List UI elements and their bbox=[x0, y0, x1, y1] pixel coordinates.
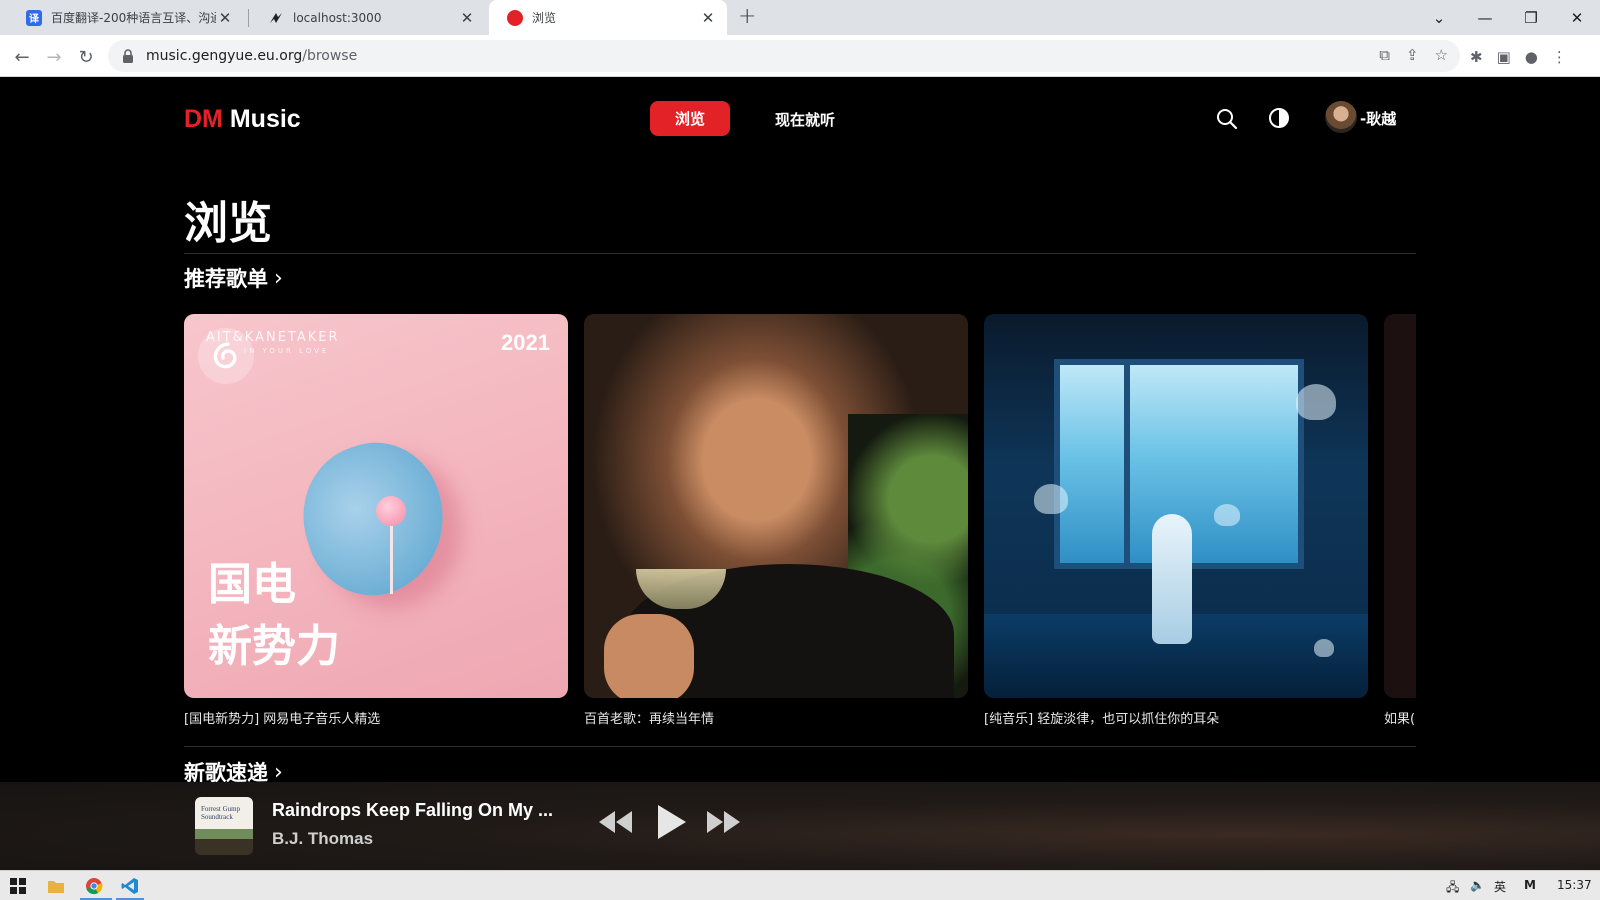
nav-browse-button[interactable]: 浏览 bbox=[650, 101, 730, 136]
cover-lollipop bbox=[376, 496, 406, 526]
more-menu-icon[interactable]: ⋮ bbox=[1552, 48, 1567, 66]
tab-title: localhost:3000 bbox=[293, 10, 382, 25]
bookmark-star-icon[interactable]: ☆ bbox=[1435, 46, 1448, 64]
cover-jellyfish bbox=[1314, 639, 1334, 657]
avatar[interactable] bbox=[1325, 101, 1357, 133]
track-title[interactable]: Raindrops Keep Falling On My ... bbox=[272, 800, 553, 821]
logo-music: Music bbox=[229, 105, 301, 133]
now-playing-cover[interactable]: Forrest Gump Soundtrack bbox=[195, 797, 253, 855]
url-host: music.gengyue.eu.org bbox=[146, 48, 303, 64]
search-icon[interactable] bbox=[1215, 107, 1239, 131]
playlist-caption[interactable]: [国电新势力] 网易电子音乐人精选 bbox=[184, 708, 568, 727]
address-bar[interactable]: music.gengyue.eu.org/browse ⧉ ⇪ ☆ bbox=[108, 40, 1460, 72]
forward-icon[interactable]: → bbox=[40, 43, 68, 71]
playlist-caption[interactable]: 百首老歌：再续当年情 bbox=[584, 708, 968, 727]
tab-separator bbox=[248, 9, 249, 27]
music-app: DM Music 浏览 现在就听 -耿越 浏览 推荐歌单 › AIT&KANET… bbox=[0, 77, 1600, 870]
cover-window-frame bbox=[1124, 359, 1130, 569]
back-icon[interactable]: ← bbox=[8, 43, 36, 71]
cover-title-line: 国电 bbox=[208, 559, 296, 610]
cover-jellyfish bbox=[1034, 484, 1068, 514]
side-panel-icon[interactable]: ▣ bbox=[1497, 48, 1511, 66]
profile-icon[interactable]: ● bbox=[1525, 48, 1538, 66]
nav-listen-now-link[interactable]: 现在就听 bbox=[775, 109, 835, 130]
chevron-right-icon: › bbox=[274, 759, 283, 785]
close-tab-icon[interactable]: ✕ bbox=[216, 9, 234, 27]
cover-art-text: Forrest Gump Soundtrack bbox=[201, 805, 241, 821]
playlist-caption[interactable]: 如果( bbox=[1384, 708, 1416, 727]
vscode-icon[interactable] bbox=[120, 876, 140, 896]
cover-figure bbox=[1152, 514, 1192, 644]
lock-icon bbox=[123, 49, 133, 63]
cover-jellyfish bbox=[1214, 504, 1240, 526]
netease-logo-icon bbox=[198, 328, 254, 384]
clock[interactable]: 15:37 bbox=[1557, 878, 1592, 892]
cover-title-text: 国电 新势力 bbox=[208, 554, 340, 678]
close-window-icon[interactable]: ✕ bbox=[1554, 0, 1600, 35]
url-path: /browse bbox=[302, 48, 358, 64]
playlist-cover[interactable] bbox=[1384, 314, 1416, 698]
playlist-card-clip: 如果( bbox=[1384, 314, 1416, 734]
input-method-icon[interactable]: M bbox=[1524, 878, 1536, 892]
chevron-right-icon: › bbox=[274, 265, 283, 291]
previous-track-icon[interactable] bbox=[595, 807, 635, 837]
playlist-card[interactable]: [纯音乐] 轻旋淡律，也可以抓住你的耳朵 bbox=[984, 314, 1368, 727]
cover-jellyfish bbox=[1296, 384, 1336, 420]
close-tab-icon[interactable]: ✕ bbox=[458, 9, 476, 27]
playlist-cover[interactable]: AIT&KANETAKER IN YOUR LOVE 2021 国电 新势力 bbox=[184, 314, 568, 698]
playlist-card[interactable]: 如果( bbox=[1384, 314, 1416, 727]
windows-start-icon[interactable] bbox=[8, 876, 28, 896]
file-explorer-icon[interactable] bbox=[46, 876, 66, 896]
playlist-card[interactable]: AIT&KANETAKER IN YOUR LOVE 2021 国电 新势力 [国… bbox=[184, 314, 568, 727]
section-title: 推荐歌单 bbox=[184, 267, 268, 291]
restore-icon[interactable]: ❐ bbox=[1508, 0, 1554, 35]
close-tab-icon[interactable]: ✕ bbox=[699, 9, 717, 27]
play-icon[interactable] bbox=[654, 802, 688, 842]
logo-dm: DM bbox=[184, 105, 223, 133]
next-track-icon[interactable] bbox=[704, 807, 744, 837]
browser-tab-strip: 译 百度翻译-200种语言互译、沟通全世界！ ✕ localhost:3000 … bbox=[0, 0, 1600, 35]
extensions-puzzle-icon[interactable]: ✱ bbox=[1470, 48, 1483, 66]
ime-language[interactable]: 英 bbox=[1494, 878, 1506, 895]
cover-subtitle-text: IN YOUR LOVE bbox=[244, 347, 330, 355]
app-logo[interactable]: DM Music bbox=[184, 105, 301, 134]
tab-title: 百度翻译-200种语言互译、沟通全世界！ bbox=[51, 11, 216, 25]
os-taskbar: 🖧 🔈 英 M 15:37 bbox=[0, 870, 1600, 900]
browser-tab-browse[interactable]: 浏览 ✕ bbox=[489, 0, 727, 35]
playlist-caption[interactable]: [纯音乐] 轻旋淡律，也可以抓住你的耳朵 bbox=[984, 708, 1368, 727]
theme-toggle-icon[interactable] bbox=[1268, 107, 1290, 129]
share-icon[interactable]: ⇪ bbox=[1406, 46, 1419, 64]
app-favicon-icon bbox=[268, 10, 284, 26]
volume-icon[interactable]: 🔈 bbox=[1470, 878, 1485, 892]
cover-title-line: 新势力 bbox=[208, 621, 340, 672]
new-tab-button[interactable]: + bbox=[738, 4, 756, 29]
tab-title: 浏览 bbox=[532, 11, 557, 25]
now-playing-bar: Forrest Gump Soundtrack Raindrops Keep F… bbox=[0, 782, 1600, 870]
address-toolbar: ← → ↻ music.gengyue.eu.org/browse ⧉ ⇪ ☆ … bbox=[0, 35, 1600, 77]
network-icon[interactable]: 🖧 bbox=[1446, 878, 1459, 899]
browser-tab-translate[interactable]: 译 百度翻译-200种语言互译、沟通全世界！ ✕ bbox=[8, 0, 244, 35]
track-artist[interactable]: B.J. Thomas bbox=[272, 829, 373, 849]
playlist-cover[interactable] bbox=[584, 314, 968, 698]
username[interactable]: -耿越 bbox=[1360, 108, 1396, 129]
section-featured-playlists[interactable]: 推荐歌单 › bbox=[184, 263, 283, 293]
reload-icon[interactable]: ↻ bbox=[72, 43, 100, 71]
cover-year: 2021 bbox=[501, 330, 550, 355]
divider bbox=[184, 253, 1416, 254]
cover-lollipop-stick bbox=[390, 524, 393, 594]
chrome-icon[interactable] bbox=[84, 876, 104, 896]
translate-favicon-icon: 译 bbox=[26, 9, 42, 26]
open-in-app-icon[interactable]: ⧉ bbox=[1379, 46, 1390, 64]
minimize-icon[interactable]: — bbox=[1462, 0, 1508, 35]
page-title: 浏览 bbox=[184, 198, 272, 249]
cover-hand bbox=[604, 614, 694, 698]
browser-tab-localhost[interactable]: localhost:3000 ✕ bbox=[250, 0, 486, 35]
playlist-cover[interactable] bbox=[984, 314, 1368, 698]
tab-search-icon[interactable]: ⌄ bbox=[1416, 0, 1462, 35]
red-dot-favicon-icon bbox=[507, 9, 523, 26]
divider bbox=[184, 746, 1416, 747]
playlist-card[interactable]: 百首老歌：再续当年情 bbox=[584, 314, 968, 727]
